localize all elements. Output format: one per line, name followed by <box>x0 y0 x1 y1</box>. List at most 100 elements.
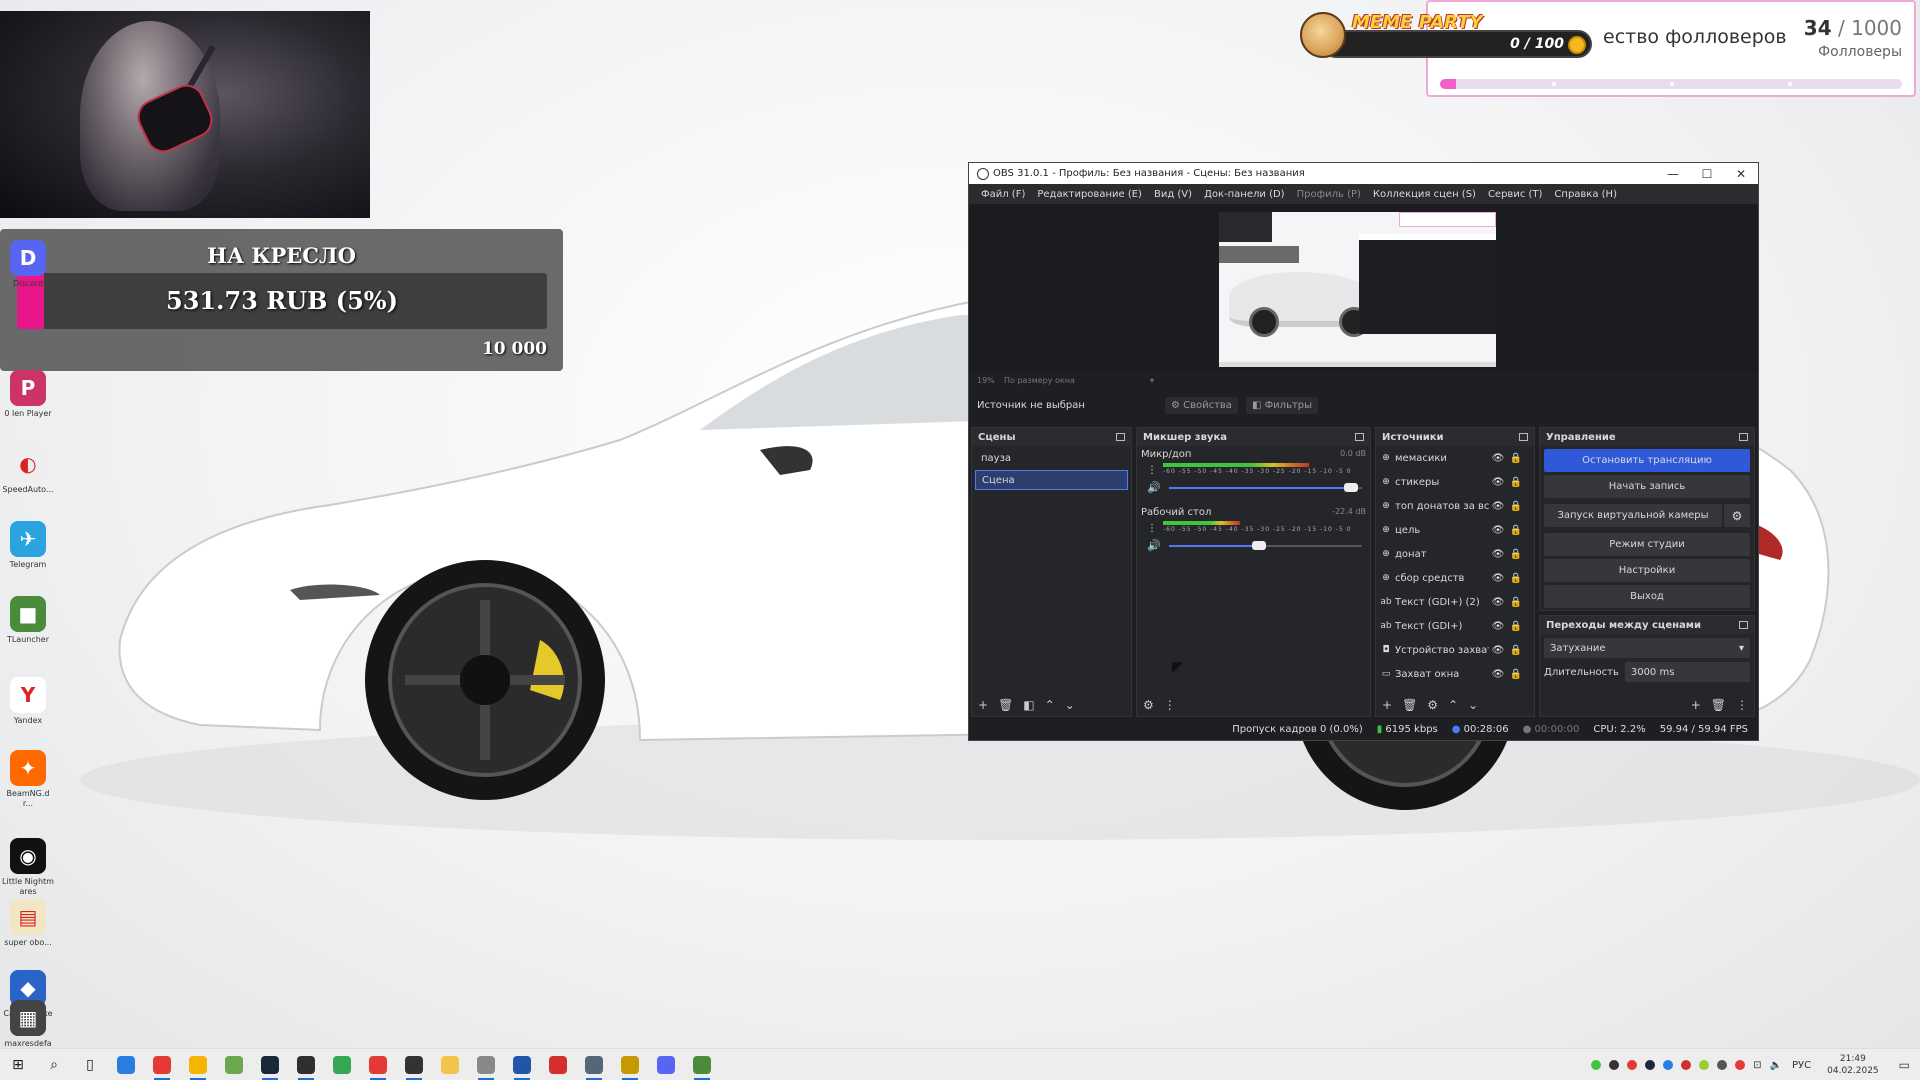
visibility-eye-icon[interactable]: 👁 <box>1489 501 1507 512</box>
volume-slider[interactable] <box>1169 482 1362 492</box>
undock-icon[interactable] <box>1739 621 1748 629</box>
move-up-button[interactable]: ⌃ <box>1448 698 1458 712</box>
undock-icon[interactable] <box>1116 433 1125 441</box>
start-virtual-camera-button[interactable]: Запуск виртуальной камеры <box>1544 504 1722 527</box>
source-item[interactable]: ⊕ топ донатов за всё 👁 🔒 <box>1376 494 1534 518</box>
source-item[interactable]: ⊕ стикеры 👁 🔒 <box>1376 470 1534 494</box>
menu-tools[interactable]: Сервис (T) <box>1482 189 1548 200</box>
menu-profile[interactable]: Профиль (P) <box>1291 189 1367 200</box>
obs-window[interactable]: OBS 31.0.1 - Профиль: Без названия - Сце… <box>968 162 1759 741</box>
lock-icon[interactable]: 🔒 <box>1507 645 1525 656</box>
transition-menu-button[interactable]: ⋮ <box>1736 698 1748 712</box>
move-up-button[interactable]: ⌃ <box>1045 698 1055 712</box>
move-down-button[interactable]: ⌄ <box>1468 698 1478 712</box>
scene-item[interactable]: Сцена <box>975 470 1128 490</box>
lock-icon[interactable]: 🔒 <box>1507 597 1525 608</box>
duration-input[interactable]: 3000 ms <box>1624 662 1750 682</box>
yandex-icon[interactable] <box>360 1049 396 1080</box>
windows-start-icon[interactable]: ⊞ <box>0 1049 36 1080</box>
move-down-button[interactable]: ⌄ <box>1065 698 1075 712</box>
tray-steam-icon[interactable] <box>1645 1060 1656 1070</box>
lock-icon[interactable]: 🔒 <box>1507 525 1525 536</box>
filters-button[interactable]: ◧ Фильтры <box>1245 396 1319 414</box>
add-transition-button[interactable]: + <box>1691 698 1701 712</box>
tray-obs-icon[interactable] <box>1609 1060 1620 1070</box>
language-indicator[interactable]: РУС <box>1792 1060 1811 1071</box>
lock-icon[interactable]: 🔒 <box>1507 669 1525 680</box>
visibility-eye-icon[interactable]: 👁 <box>1489 549 1507 560</box>
undock-icon[interactable] <box>1739 433 1748 441</box>
visibility-eye-icon[interactable]: 👁 <box>1489 477 1507 488</box>
discord-icon[interactable] <box>648 1049 684 1080</box>
desktop-shortcut[interactable]: D Discord <box>2 240 54 289</box>
undock-icon[interactable] <box>1519 433 1528 441</box>
exit-button[interactable]: Выход <box>1544 585 1750 608</box>
lock-icon[interactable]: 🔒 <box>1507 477 1525 488</box>
lock-icon[interactable]: 🔒 <box>1507 573 1525 584</box>
clock[interactable]: 21:49 04.02.2025 <box>1827 1053 1879 1077</box>
scene-filters-button[interactable]: ◧ <box>1023 698 1034 712</box>
speaker-icon[interactable]: 🔊 <box>1147 539 1163 552</box>
undock-icon[interactable] <box>1355 433 1364 441</box>
menu-docks[interactable]: Док-панели (D) <box>1198 189 1291 200</box>
volume-slider-handle[interactable] <box>1251 540 1266 550</box>
minecraft-icon[interactable] <box>684 1049 720 1080</box>
lock-icon[interactable]: 🔒 <box>1507 621 1525 632</box>
maximize-button[interactable]: ☐ <box>1690 167 1724 181</box>
desktop-shortcut[interactable]: ✦ BeamNG.dr... <box>2 750 54 809</box>
obs-preview[interactable] <box>969 204 1758 372</box>
close-button[interactable]: ✕ <box>1724 167 1758 181</box>
desktop-shortcut[interactable]: ▤ super obo... <box>2 899 54 948</box>
source-item[interactable]: ⊕ донат 👁 🔒 <box>1376 542 1534 566</box>
lock-icon[interactable]: 🔒 <box>1507 501 1525 512</box>
source-item[interactable]: ab Текст (GDI+) 👁 🔒 <box>1376 614 1534 638</box>
source-item[interactable]: ⊕ сбор средств 👁 🔒 <box>1376 566 1534 590</box>
speaker-icon[interactable]: 🔊 <box>1147 481 1163 494</box>
lock-icon[interactable]: 🔒 <box>1507 453 1525 464</box>
tray-app4-icon[interactable] <box>1699 1060 1710 1070</box>
settings-button[interactable]: Настройки <box>1544 559 1750 582</box>
notifications-icon[interactable]: ▭ <box>1899 1058 1910 1072</box>
menu-scene-collection[interactable]: Коллекция сцен (S) <box>1367 189 1482 200</box>
studio-mode-button[interactable]: Режим студии <box>1544 533 1750 556</box>
scene-item[interactable]: пауза <box>975 448 1128 468</box>
app-stripe-icon[interactable] <box>504 1049 540 1080</box>
desktop-shortcut[interactable]: ■ TLauncher <box>2 596 54 645</box>
remove-transition-button[interactable]: 🗑 <box>1711 698 1726 712</box>
visibility-eye-icon[interactable]: 👁 <box>1489 669 1507 680</box>
app-photo-icon[interactable] <box>576 1049 612 1080</box>
preview-zoom-mode-dropdown[interactable]: По размеру окна <box>1004 376 1154 385</box>
desktop-shortcut[interactable]: ◐ SpeedAuto... <box>2 446 54 495</box>
stop-streaming-button[interactable]: Остановить трансляцию <box>1544 449 1750 472</box>
properties-button[interactable]: ⚙ Свойства <box>1164 396 1238 414</box>
channel-menu-icon[interactable]: ⋮ <box>1147 523 1157 534</box>
visibility-eye-icon[interactable]: 👁 <box>1489 621 1507 632</box>
menu-file[interactable]: Файл (F) <box>975 189 1031 200</box>
lock-app-icon[interactable] <box>612 1049 648 1080</box>
tray-mic-icon[interactable] <box>1717 1060 1728 1070</box>
tray-app-icon[interactable] <box>1591 1060 1602 1070</box>
app-green-icon[interactable] <box>216 1049 252 1080</box>
source-item[interactable]: ⊕ мемасики 👁 🔒 <box>1376 446 1534 470</box>
menu-help[interactable]: Справка (H) <box>1548 189 1623 200</box>
yandex-browser-icon[interactable] <box>144 1049 180 1080</box>
app-yellow-icon[interactable] <box>180 1049 216 1080</box>
network-icon[interactable]: ⊡ <box>1753 1060 1761 1071</box>
task-view-icon[interactable]: ▯ <box>72 1049 108 1080</box>
desktop-shortcut[interactable]: ◉ Little Nightmares <box>2 838 54 897</box>
search-icon[interactable]: ⌕ <box>36 1049 72 1080</box>
tray-app2-icon[interactable] <box>1663 1060 1674 1070</box>
mixer-menu-button[interactable]: ⋮ <box>1164 698 1176 712</box>
obs-titlebar[interactable]: OBS 31.0.1 - Профиль: Без названия - Сце… <box>969 163 1758 184</box>
terminal-icon[interactable] <box>396 1049 432 1080</box>
visibility-eye-icon[interactable]: 👁 <box>1489 453 1507 464</box>
minimize-button[interactable]: — <box>1656 167 1690 181</box>
source-item[interactable]: ⊕ цель 👁 🔒 <box>1376 518 1534 542</box>
app-red-icon[interactable] <box>540 1049 576 1080</box>
visibility-eye-icon[interactable]: 👁 <box>1489 645 1507 656</box>
start-recording-button[interactable]: Начать запись <box>1544 475 1750 498</box>
tray-shield-icon[interactable] <box>1627 1060 1638 1070</box>
remove-scene-button[interactable]: 🗑 <box>998 698 1013 712</box>
lock-icon[interactable]: 🔒 <box>1507 549 1525 560</box>
visibility-eye-icon[interactable]: 👁 <box>1489 573 1507 584</box>
